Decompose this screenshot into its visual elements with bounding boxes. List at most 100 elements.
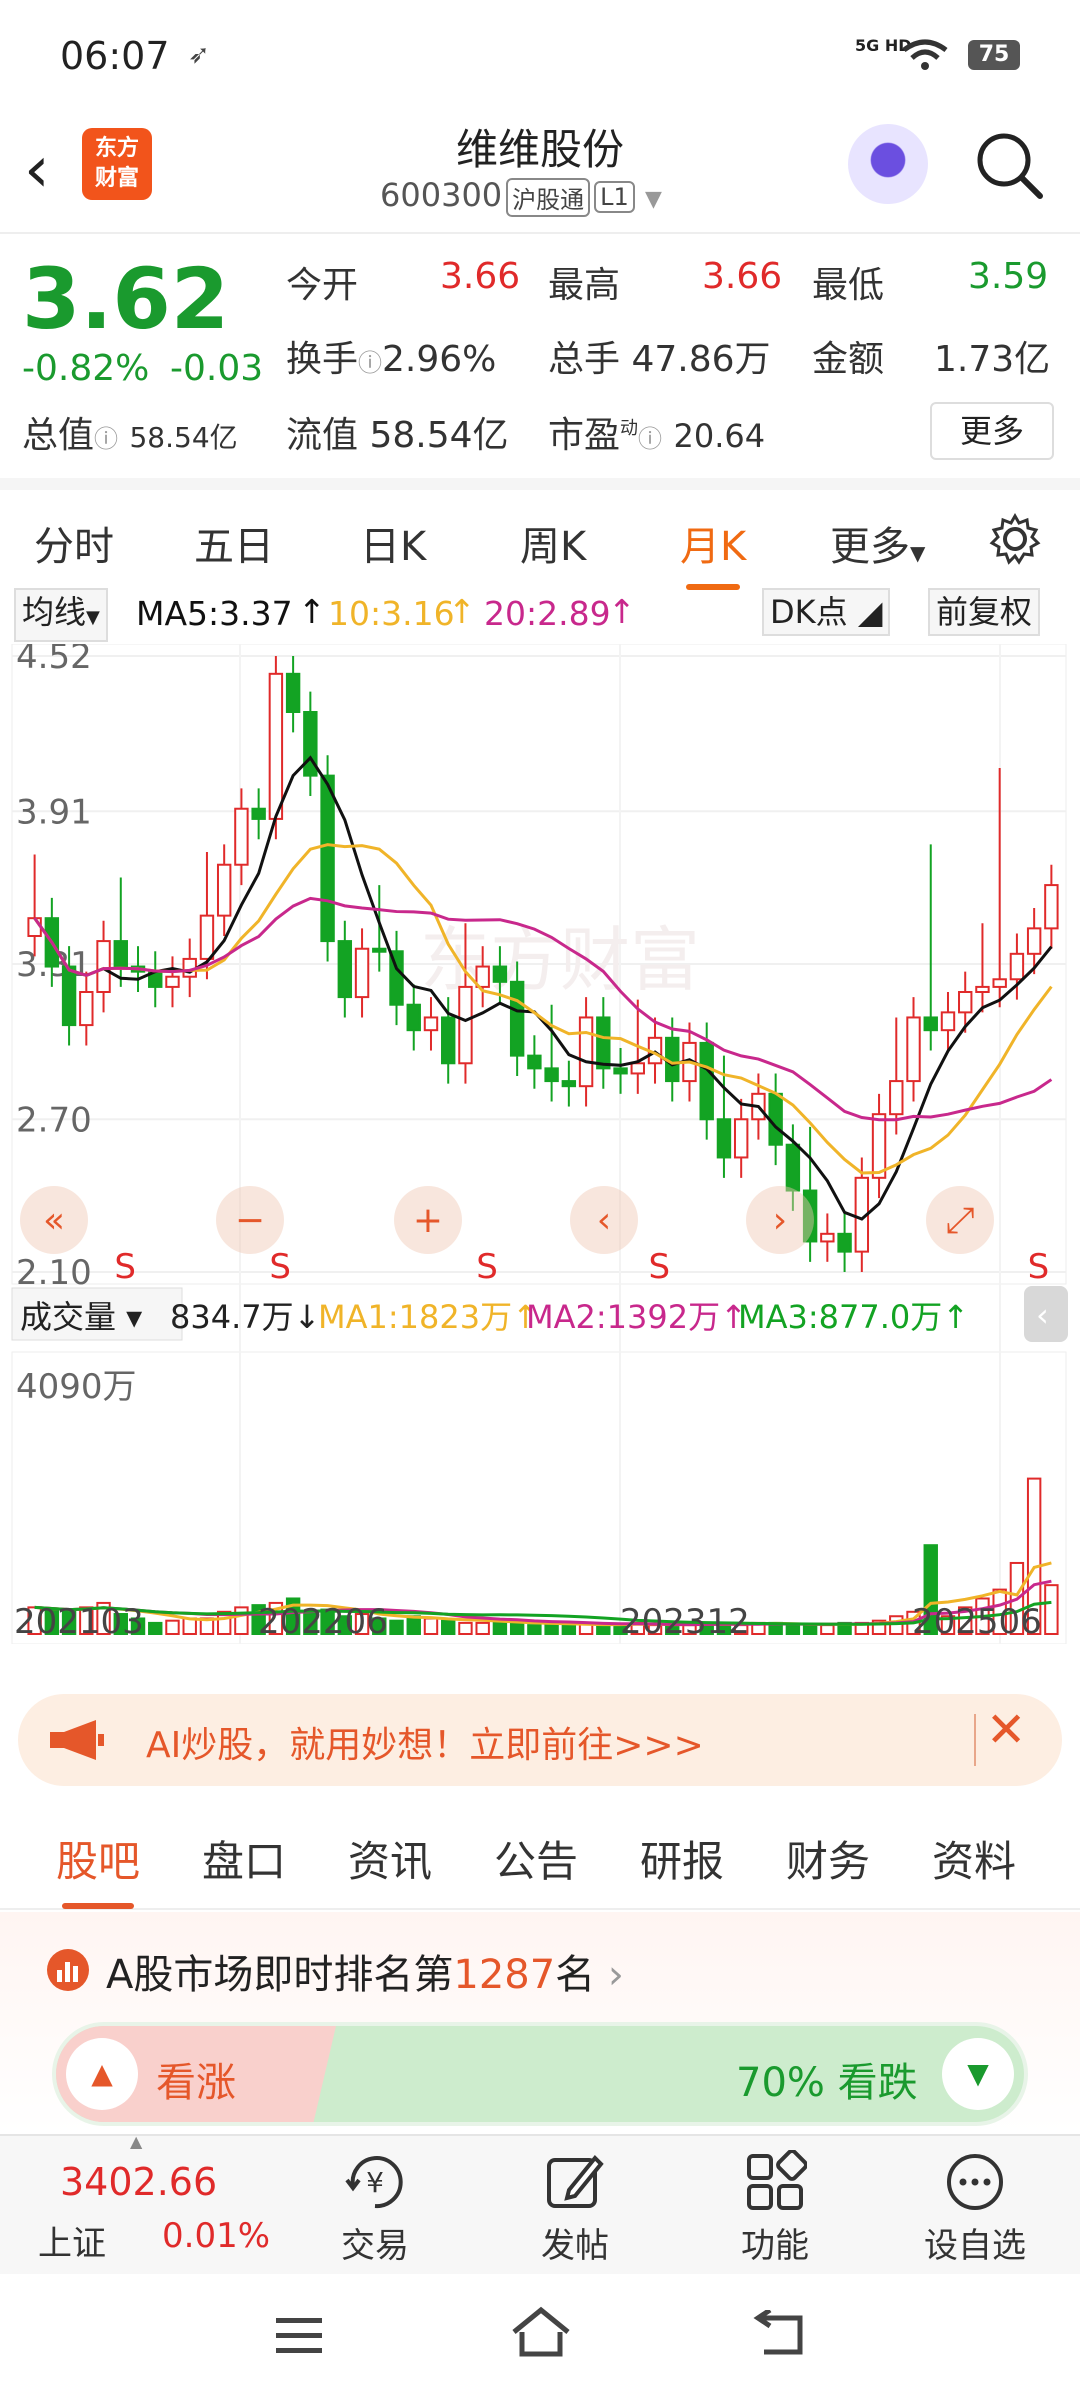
tab-pankou[interactable]: 盘口 — [202, 1828, 286, 1889]
search-icon[interactable] — [974, 130, 1044, 200]
menu-icon[interactable] — [272, 2314, 326, 2358]
tab-guba[interactable]: 股吧 — [56, 1828, 140, 1909]
up-arrow-icon: ↑ — [298, 592, 326, 631]
candle-down — [320, 774, 335, 943]
more-quote-button[interactable]: 更多 — [930, 402, 1054, 460]
candle-down — [372, 947, 387, 953]
price-adjust-button[interactable]: 前复权 — [928, 588, 1041, 636]
candle-up — [992, 978, 1007, 988]
s-marker: S — [649, 1247, 671, 1287]
tab-announcements[interactable]: 公告 — [494, 1828, 578, 1889]
stock-code: 600300 — [380, 176, 503, 214]
dk-point-button[interactable]: DK点 ◢ — [762, 588, 891, 636]
volume-bar-down — [406, 1615, 421, 1635]
back-nav-icon[interactable] — [752, 2310, 806, 2360]
x-tick-label: 202206 — [258, 1602, 388, 1642]
navigation-arrow-icon: ➶ — [188, 40, 210, 70]
home-icon[interactable] — [510, 2306, 572, 2360]
chevron-left-icon: ‹ — [1036, 1296, 1049, 1334]
stock-code-row[interactable]: 600300 沪股通 L1 ▼ — [380, 176, 662, 217]
candle-down — [596, 1016, 611, 1070]
tab-five-day[interactable]: 五日 — [194, 514, 274, 572]
info-icon[interactable]: ⓘ — [94, 425, 118, 453]
index-value[interactable]: 3402.66 — [60, 2160, 217, 2204]
tab-news[interactable]: 资讯 — [348, 1828, 432, 1889]
tab-research[interactable]: 研报 — [640, 1828, 724, 1889]
tab-more[interactable]: 更多▼ — [830, 514, 925, 572]
volume-bar-down — [596, 1624, 611, 1635]
candle-down — [251, 807, 266, 820]
battery-level: 75 — [968, 40, 1020, 70]
ai-promo-banner[interactable]: AI炒股，就用妙想！立即前往>>> ✕ — [18, 1694, 1062, 1786]
status-time: 06:07 — [60, 34, 170, 78]
s-marker: S — [1028, 1247, 1050, 1287]
candle-up — [958, 991, 973, 1014]
candle-down — [716, 1118, 732, 1159]
low-value: 3.59 — [968, 256, 1049, 297]
svg-text:¥: ¥ — [366, 2166, 384, 2199]
candle-up — [79, 991, 94, 1027]
low-label: 最低 — [812, 265, 885, 306]
settings-gear-icon[interactable] — [988, 512, 1042, 566]
turnover-label: 换手 — [286, 339, 359, 380]
bearish-down-icon[interactable]: ▼ — [942, 2038, 1014, 2110]
volume-bar-up — [423, 1617, 439, 1636]
bullish-label[interactable]: 看涨 — [156, 2050, 236, 2108]
pe-dynamic-sup: 动 — [620, 418, 639, 439]
info-icon[interactable]: ⓘ — [358, 349, 382, 377]
tab-daily-k[interactable]: 日K — [360, 514, 426, 572]
kline-svg[interactable]: 4.523.913.312.702.10东方财富SSSSS«−+‹›⤢成交量 ▾… — [0, 644, 1080, 1644]
x-tick-label: 202312 — [620, 1602, 750, 1642]
bullish-up-icon[interactable]: ▲ — [66, 2038, 138, 2110]
candle-up — [940, 1011, 956, 1032]
tab-monthly-k[interactable]: 月K — [680, 514, 746, 590]
volume-bar-down — [441, 1619, 456, 1635]
tab-profile[interactable]: 资料 — [932, 1828, 1016, 1889]
tab-finance[interactable]: 财务 — [786, 1828, 870, 1889]
post-button[interactable]: 发帖 — [500, 2150, 650, 2267]
ranking-section: A股市场即时排名第1287名 › ▲ 看涨 70% 看跌 ▼ — [0, 1912, 1080, 2132]
volume-select-label: 成交量 ▾ — [20, 1298, 142, 1336]
volume-max-label: 4090万 — [16, 1367, 137, 1407]
current-price: 3.62 — [22, 250, 230, 348]
s-marker: S — [114, 1247, 136, 1287]
open-label: 今开 — [286, 265, 359, 306]
ai-assistant-avatar[interactable] — [848, 124, 928, 204]
close-icon[interactable]: ✕ — [986, 1702, 1026, 1758]
wifi-icon — [902, 39, 948, 70]
ranking-text[interactable]: A股市场即时排名第1287名 › — [106, 1942, 624, 2000]
candle-down — [113, 940, 128, 968]
bearish-label[interactable]: 70% 看跌 — [736, 2050, 918, 2108]
vol-ma2: MA2:1392万↑ — [526, 1298, 747, 1336]
candle-down — [544, 1067, 559, 1083]
tab-intraday[interactable]: 分时 — [34, 514, 114, 572]
next-icon-glyph: › — [773, 1200, 787, 1241]
volume-bar-up — [458, 1621, 473, 1636]
kline-chart-area[interactable]: 均线▼ MA5:3.37 ↑ 10:3.16 ↑ 20:2.89 ↑ DK点 ◢ 前复… — [0, 586, 1080, 1666]
trade-button[interactable]: ¥ 交易 — [300, 2150, 450, 2267]
content-tabs: 股吧 盘口 资讯 公告 研报 财务 资料 — [0, 1800, 1080, 1910]
candle-up — [96, 940, 111, 994]
volume-value: 834.7万↓ — [170, 1298, 320, 1336]
megaphone-icon — [50, 1720, 104, 1760]
s-marker: S — [269, 1247, 291, 1287]
y-tick-label: 3.91 — [16, 792, 92, 832]
status-bar: 06:07 ➶ 5G HD 75 — [0, 0, 1080, 110]
info-icon[interactable]: ⓘ — [638, 425, 662, 453]
high-value: 3.66 — [702, 256, 783, 297]
tab-weekly-k[interactable]: 周K — [520, 514, 586, 572]
fullscreen-icon-glyph: ⤢ — [946, 1200, 975, 1241]
y-tick-label: 2.70 — [16, 1100, 92, 1140]
high-label: 最高 — [548, 265, 621, 306]
prev-icon-glyph: ‹ — [597, 1200, 611, 1241]
collapse-caret-icon[interactable]: ▲ — [130, 2132, 142, 2151]
ranking-chart-icon — [47, 1949, 89, 1991]
dropdown-triangle-icon: ▼ — [910, 541, 926, 565]
add-watchlist-button[interactable]: 设自选 — [900, 2150, 1050, 2267]
functions-button[interactable]: 功能 — [700, 2150, 850, 2267]
candle-down — [699, 1041, 714, 1121]
ma-indicator-select[interactable]: 均线▼ — [14, 588, 108, 642]
market-cap-value: 58.54亿 — [129, 421, 238, 454]
candle-down — [406, 1003, 421, 1032]
volume-bar-down — [527, 1624, 542, 1635]
